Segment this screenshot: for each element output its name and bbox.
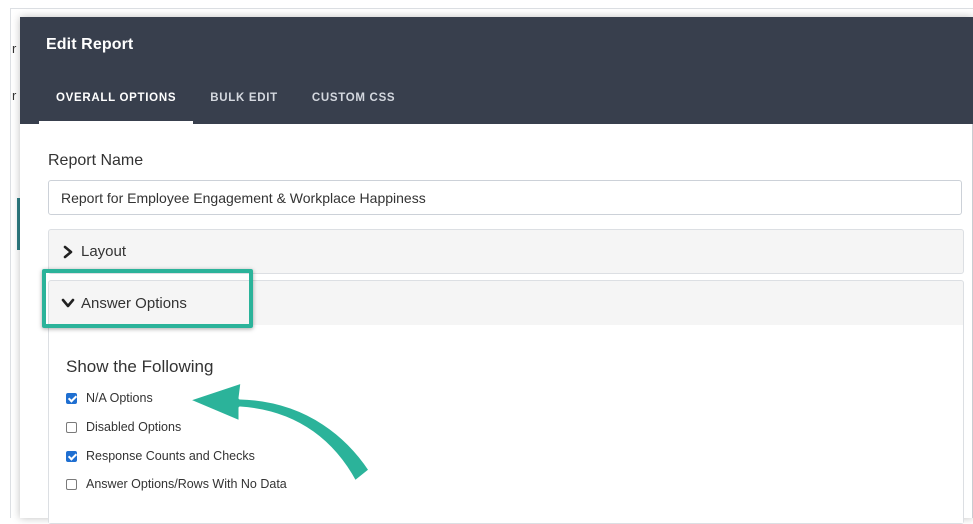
layout-panel: Layout — [48, 229, 964, 274]
tab-custom-css[interactable]: CUSTOM CSS — [295, 89, 412, 124]
rows-no-data-checkbox[interactable] — [66, 478, 77, 490]
background-text: r — [12, 41, 17, 56]
option-disabled-options[interactable]: Disabled Options — [66, 420, 181, 434]
response-counts-checkbox[interactable] — [66, 450, 77, 462]
tab-label: CUSTOM CSS — [311, 92, 396, 104]
option-na-options[interactable]: N/A Options — [66, 391, 153, 405]
na-options-checkbox[interactable] — [66, 392, 77, 404]
background-text: r — [12, 88, 17, 103]
report-name-label: Report Name — [48, 152, 144, 169]
modal-title: Edit Report — [46, 36, 134, 53]
background-divider — [10, 8, 973, 9]
modal-body: Report Name Layout Answer Options Show t… — [20, 124, 973, 524]
annotation-arrow-icon — [186, 380, 372, 484]
modal-header: Edit Report OVERALL OPTIONS BULK EDIT CU… — [20, 17, 973, 124]
disabled-options-checkbox[interactable] — [66, 421, 77, 433]
layout-panel-toggle[interactable]: Layout — [49, 230, 963, 273]
edit-report-modal: Edit Report OVERALL OPTIONS BULK EDIT CU… — [20, 17, 973, 524]
tab-label: OVERALL OPTIONS — [56, 92, 177, 104]
background-divider-left — [10, 8, 11, 518]
report-name-input[interactable] — [48, 180, 962, 215]
tab-bar: OVERALL OPTIONS BULK EDIT CUSTOM CSS — [39, 89, 412, 124]
annotation-highlight-box — [42, 269, 253, 328]
chevron-right-icon — [63, 245, 73, 258]
tab-bulk-edit[interactable]: BULK EDIT — [193, 89, 295, 124]
tab-overall-options[interactable]: OVERALL OPTIONS — [39, 89, 194, 124]
option-label: Disabled Options — [86, 420, 182, 434]
option-label: N/A Options — [86, 391, 153, 405]
tab-label: BULK EDIT — [210, 92, 278, 104]
layout-panel-label: Layout — [81, 243, 127, 260]
